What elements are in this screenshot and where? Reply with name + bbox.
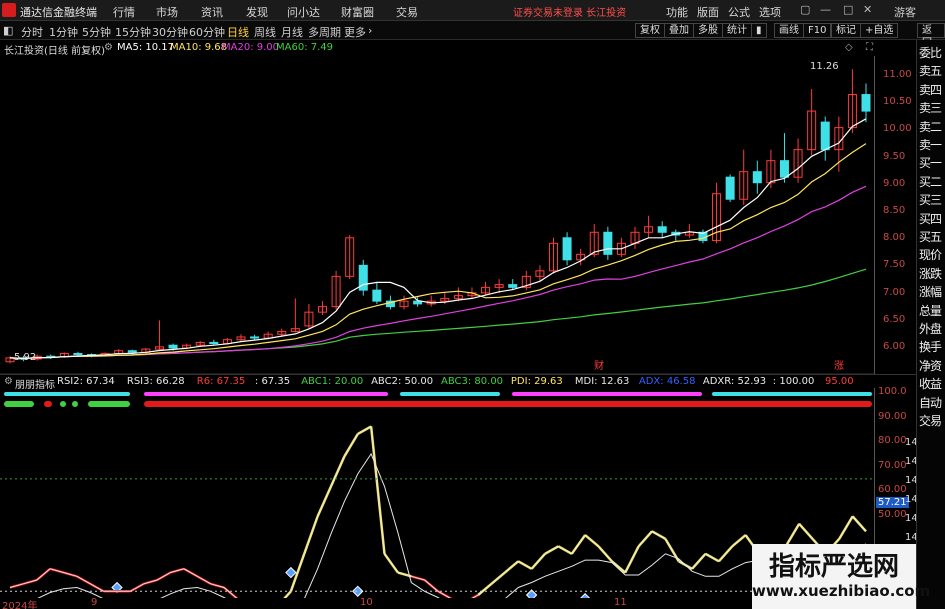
high-price-label: 11.26 xyxy=(810,61,839,72)
quote-sidebar-item[interactable]: 换手 xyxy=(919,338,942,355)
price-tick-label: 11.00 xyxy=(883,69,912,80)
quote-sidebar-item[interactable]: 现价 xyxy=(919,246,942,263)
price-tick-label: 7.00 xyxy=(883,286,906,298)
indicator-tick-label: 100.0 xyxy=(878,386,907,397)
quote-sidebar-item[interactable]: 买一 xyxy=(919,154,942,171)
date-label-11: 11 xyxy=(614,597,627,608)
quote-sidebar-item[interactable]: 涨幅 xyxy=(919,283,942,300)
low-price-label: 5.92 xyxy=(14,352,36,363)
watermark-title: 指标严选网 xyxy=(768,552,899,582)
signal-bar xyxy=(144,401,872,407)
quote-sidebar-item[interactable]: 净资 xyxy=(919,357,942,374)
price-axis: 11.00 10.50 10.00 9.50 9.00 8.50 8.00 7.50 7.00 6… xyxy=(874,56,916,374)
signal-bar xyxy=(72,401,78,407)
signal-bar xyxy=(60,401,66,407)
signal-bar xyxy=(88,401,130,407)
price-tick-label: 9.50 xyxy=(883,150,906,162)
quote-sidebar-item[interactable]: 委比 xyxy=(919,44,942,61)
signal-bar xyxy=(512,392,702,396)
quote-sidebar-item[interactable]: 买四 xyxy=(919,210,942,227)
indicator-tick-label: 90.00 xyxy=(878,410,907,422)
kline-chart[interactable]: 11.26 5.92 财 涨 xyxy=(0,0,874,598)
quote-sidebar-item[interactable]: 交易 xyxy=(919,412,942,429)
date-label-10: 10 xyxy=(360,597,373,608)
date-label-year: 2024年 xyxy=(2,601,38,609)
price-tick-label: 6.00 xyxy=(883,341,906,352)
ma10-line xyxy=(9,143,867,360)
ma5-line xyxy=(9,118,867,360)
watermark: 指标严选网 www.xuezhibiao.com xyxy=(752,544,931,609)
quote-sidebar-item[interactable]: 总量 xyxy=(919,302,942,319)
price-tick-label: 8.00 xyxy=(883,232,906,244)
price-tick-label: 8.50 xyxy=(883,205,906,216)
indicator-tick-label: 60.00 xyxy=(878,484,907,495)
zhang-marker[interactable]: 涨 xyxy=(834,360,844,372)
quote-sidebar-item[interactable]: 收益 xyxy=(919,375,942,392)
date-label-9: 9 xyxy=(91,597,98,608)
date-axis: 2024年 9 10 11 xyxy=(0,597,874,609)
quote-sidebar-item[interactable]: 涨跌 xyxy=(919,265,942,282)
indicator-tick-label: 80.00 xyxy=(878,435,907,446)
indicator-value-tag: 57.21 xyxy=(876,497,909,508)
quote-sidebar-item[interactable]: 买二 xyxy=(919,173,942,190)
quote-sidebar-item[interactable]: 外盘 xyxy=(919,320,942,337)
quote-sidebar: 委比 卖五卖四 卖三卖二 卖一 买一买二 买三买四 买五 现价涨跌 涨幅总量 外盘 换手净资 收益自动… xyxy=(916,40,945,609)
quote-sidebar-item[interactable]: 卖五 xyxy=(919,62,942,79)
signal-bar xyxy=(712,392,872,396)
signal-bar xyxy=(144,392,388,396)
indicator-tick-label: 50.00 xyxy=(878,508,907,520)
signal-diamond-icon xyxy=(580,593,591,598)
signal-bar xyxy=(44,401,52,407)
indicator-main-line xyxy=(283,590,292,598)
quote-sidebar-item[interactable]: 卖四 xyxy=(919,81,942,98)
ma60-line xyxy=(9,268,867,360)
watermark-url: www.xuezhibiao.com xyxy=(752,582,931,600)
back-button[interactable]: 返回 xyxy=(917,23,945,49)
quote-sidebar-item[interactable]: 自动 xyxy=(919,394,942,411)
quote-sidebar-item[interactable]: 买五 xyxy=(919,228,942,245)
signal-bar xyxy=(400,392,500,396)
guest-label[interactable]: 游客 xyxy=(894,4,916,20)
indicator-mid-line xyxy=(9,425,867,598)
signal-bar xyxy=(4,401,34,407)
cai-marker[interactable]: 财 xyxy=(594,359,604,372)
quote-sidebar-item[interactable]: 买三 xyxy=(919,191,942,208)
ma20-line xyxy=(9,185,867,360)
indicator-tick-label: 70.00 xyxy=(878,459,907,471)
quote-sidebar-item[interactable]: 卖三 xyxy=(919,99,942,116)
quote-sidebar-item[interactable]: 卖一 xyxy=(919,136,942,153)
price-tick-label: 10.50 xyxy=(883,96,912,108)
price-tick-label: 7.50 xyxy=(883,259,906,271)
price-tick-label: 9.00 xyxy=(883,177,906,189)
indicator-slow-line xyxy=(37,452,867,598)
signal-bar xyxy=(4,392,130,396)
quote-sidebar-item[interactable]: 卖二 xyxy=(919,118,942,135)
signal-diamond-icon xyxy=(285,566,297,579)
price-tick-label: 10.00 xyxy=(883,123,912,135)
price-tick-label: 6.50 xyxy=(883,313,906,325)
